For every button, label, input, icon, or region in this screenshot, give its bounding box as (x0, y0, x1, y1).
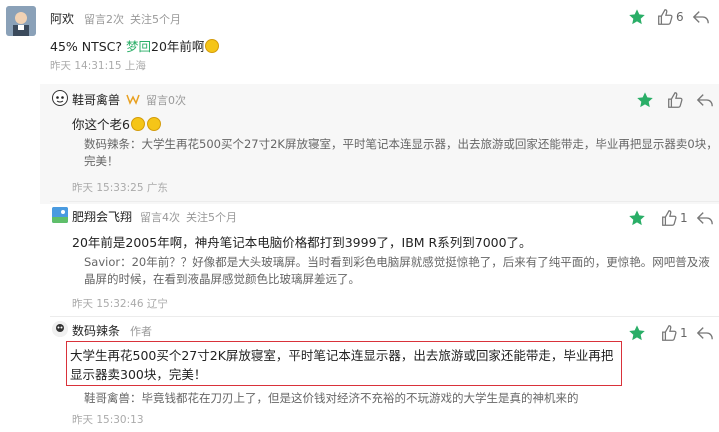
follow-duration: 关注5个月 (186, 211, 237, 224)
comment-actions: 1 (628, 209, 714, 227)
comment-text: 45% NTSC? (50, 39, 127, 54)
divider (50, 201, 719, 202)
comment-count: 留言2次 (84, 13, 124, 26)
thumbs-up-icon[interactable] (666, 91, 684, 109)
avatar[interactable] (52, 90, 68, 106)
mention-link[interactable]: 梦回 (126, 39, 151, 54)
star-icon[interactable] (628, 324, 646, 342)
timestamp: 昨天 14:31:15 上海 (50, 60, 146, 72)
comment-actions: 6 (628, 8, 710, 26)
timestamp: 昨天 15:33:25 广东 (72, 182, 168, 194)
star-icon[interactable] (636, 91, 654, 109)
badge-icon (126, 94, 140, 105)
comment-body: 45% NTSC? 梦回20年前啊 (50, 36, 220, 55)
comment-body: 大学生再花500买个27寸2K屏放寝室，平时笔记本连显示器，出去旅游或回家还能带… (70, 348, 614, 382)
thumbs-up-icon[interactable] (656, 8, 674, 26)
comment-body: 你这个老6 (72, 114, 162, 133)
comment-text: 20年前啊 (151, 39, 205, 54)
reply-icon[interactable] (696, 209, 714, 227)
username[interactable]: 数码辣条 作者 (72, 322, 152, 339)
username-text[interactable]: 数码辣条 (72, 324, 120, 338)
star-icon[interactable] (628, 8, 646, 26)
like-count: 6 (676, 10, 684, 24)
reply-icon[interactable] (692, 8, 710, 26)
timestamp: 昨天 15:30:13 (72, 414, 144, 426)
like-count: 1 (680, 211, 688, 225)
divider (50, 316, 719, 317)
quoted-comment: 鞋哥禽兽：毕竟钱都花在刀刃上了，但是这价钱对经济不充裕的不玩游戏的大学生是真的神… (84, 391, 579, 405)
emoji-icon (146, 117, 161, 131)
follow-duration: 关注5个月 (130, 13, 181, 26)
avatar[interactable] (52, 321, 68, 337)
quoted-comment: 数码辣条：大学生再花500买个27寸2K屏放寝室，平时笔记本连显示器，出去旅游或… (84, 137, 718, 168)
comment-text: 你这个老6 (72, 117, 130, 132)
username[interactable]: 鞋哥禽兽 (72, 91, 120, 108)
like-count: 1 (680, 326, 688, 340)
author-badge: 作者 (130, 325, 153, 338)
star-icon[interactable] (628, 209, 646, 227)
user-meta: 留言4次 关注5个月 (140, 209, 243, 225)
thumbs-up-icon[interactable] (660, 324, 678, 342)
comment-actions: 1 (628, 324, 714, 342)
user-meta: 留言0次 (146, 92, 192, 108)
quoted-comment: Savior：20年前？？好像都是大头玻璃屏。当时看到彩色电脑屏就感觉挺惊艳了，… (84, 255, 710, 286)
comment-count: 留言4次 (140, 211, 180, 224)
reply-icon[interactable] (696, 91, 714, 109)
comment-count: 留言0次 (146, 94, 186, 107)
reply-icon[interactable] (696, 324, 714, 342)
timestamp: 昨天 15:32:46 辽宁 (72, 298, 168, 310)
emoji-icon (130, 117, 145, 131)
comment-actions (636, 91, 714, 109)
avatar[interactable] (52, 207, 68, 223)
user-meta: 留言2次 关注5个月 (84, 11, 187, 27)
username[interactable]: 阿欢 (50, 10, 74, 27)
avatar[interactable] (6, 6, 36, 36)
emoji-icon (205, 39, 220, 53)
thumbs-up-icon[interactable] (660, 209, 678, 227)
comment-body: 20年前是2005年啊，神舟笔记本电脑价格都打到3999了，IBM R系列到70… (72, 235, 532, 250)
username[interactable]: 肥翔会飞翔 (72, 208, 132, 225)
